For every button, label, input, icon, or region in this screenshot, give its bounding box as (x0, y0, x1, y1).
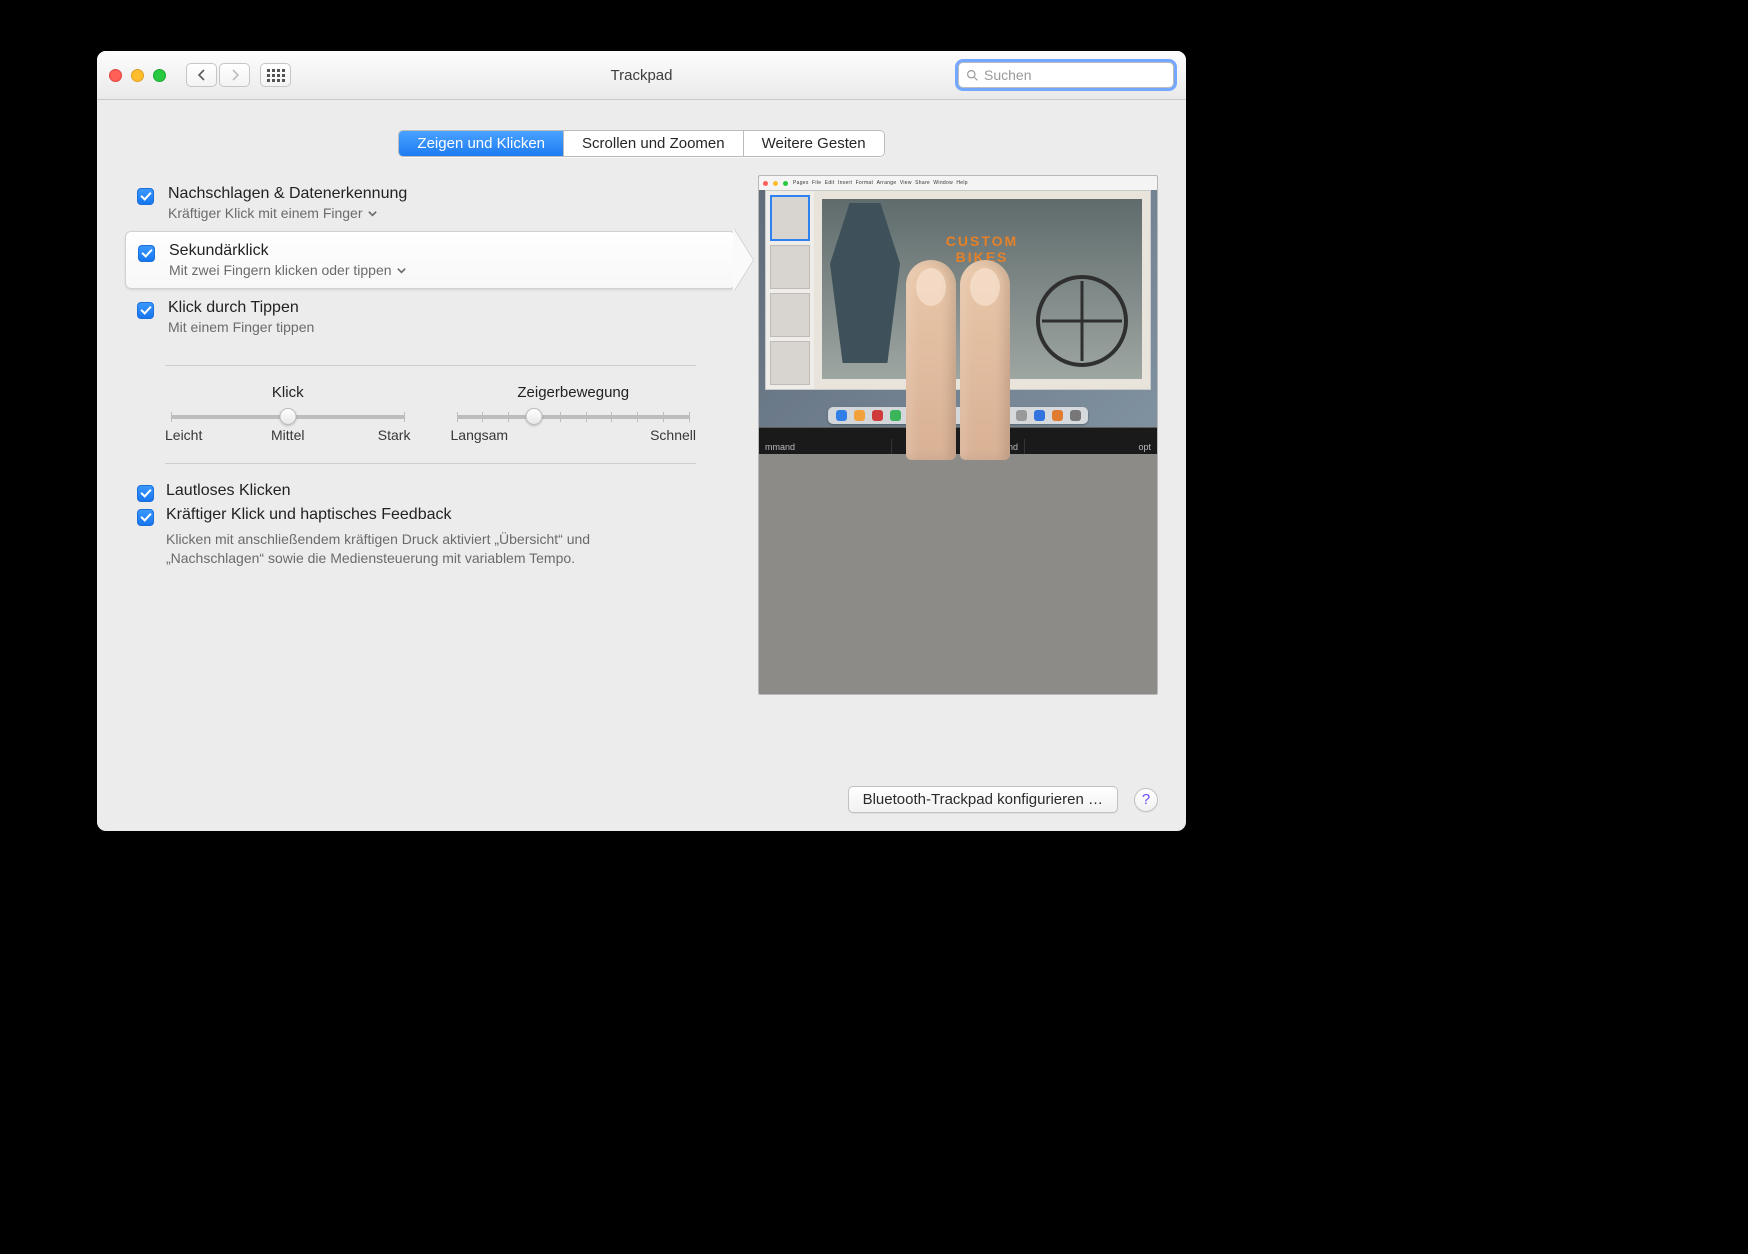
checkbox-silent-click[interactable] (137, 485, 154, 502)
label-force-click: Kräftiger Klick und haptisches Feedback (166, 506, 451, 524)
show-all-button[interactable] (260, 63, 291, 87)
divider (165, 365, 696, 366)
label-silent-click: Lautloses Klicken (166, 482, 291, 500)
slider-click-knob[interactable] (279, 408, 296, 425)
chevron-right-icon (230, 69, 240, 81)
grid-icon (267, 69, 285, 82)
slider-tracking[interactable] (457, 415, 691, 419)
slider-click-labels: Leicht Mittel Stark (165, 427, 411, 443)
option-tap-subtitle: Mit einem Finger tippen (168, 319, 314, 335)
slider-tracking-title: Zeigerbewegung (451, 384, 697, 401)
preferences-window: Trackpad Suchen Zeigen und Klicken Scrol… (97, 51, 1186, 831)
force-click-description: Klicken mit anschließendem kräftigen Dru… (166, 530, 646, 568)
option-tap-title: Klick durch Tippen (168, 299, 314, 317)
forward-button[interactable] (219, 63, 250, 87)
slider-tracking-block: Zeigerbewegung Langsam Schnell (451, 384, 697, 443)
tab-bar: Zeigen und Klicken Scrollen und Zoomen W… (398, 130, 884, 157)
search-input[interactable]: Suchen (958, 62, 1174, 88)
zoom-window-button[interactable] (153, 69, 166, 82)
finger-icon (906, 260, 956, 460)
option-secondary-subtitle-dropdown[interactable]: Mit zwei Fingern klicken oder tippen (169, 262, 407, 278)
chevron-down-icon (367, 208, 378, 219)
checkbox-tap-to-click[interactable] (137, 302, 154, 319)
search-placeholder: Suchen (984, 67, 1031, 83)
slider-click-title: Klick (165, 384, 411, 401)
gesture-preview: Pages File Edit Insert Format Arrange Vi… (758, 175, 1158, 695)
slider-tracking-labels: Langsam Schnell (451, 427, 697, 443)
slider-click[interactable] (171, 415, 405, 419)
option-tap-to-click[interactable]: Klick durch Tippen Mit einem Finger tipp… (125, 289, 736, 345)
divider (165, 463, 696, 464)
tab-more-gestures[interactable]: Weitere Gesten (744, 131, 884, 156)
configure-bluetooth-trackpad-button[interactable]: Bluetooth-Trackpad konfigurieren … (848, 786, 1118, 813)
preview-menubar: Pages File Edit Insert Format Arrange Vi… (759, 176, 1157, 190)
chevron-down-icon (396, 265, 407, 276)
option-secondary-click[interactable]: Sekundärklick Mit zwei Fingern klicken o… (125, 231, 736, 289)
tab-point-click[interactable]: Zeigen und Klicken (399, 131, 564, 156)
option-secondary-title: Sekundärklick (169, 242, 407, 260)
checkbox-force-click[interactable] (137, 509, 154, 526)
key-label: mmand (759, 439, 892, 454)
checkbox-secondary-click[interactable] (138, 245, 155, 262)
close-window-button[interactable] (109, 69, 122, 82)
minimize-window-button[interactable] (131, 69, 144, 82)
option-lookup[interactable]: Nachschlagen & Datenerkennung Kräftiger … (125, 175, 736, 231)
slider-tracking-knob[interactable] (525, 408, 542, 425)
option-lookup-subtitle-dropdown[interactable]: Kräftiger Klick mit einem Finger (168, 205, 407, 221)
help-button[interactable]: ? (1134, 788, 1158, 812)
key-label: opt (1025, 439, 1157, 454)
back-button[interactable] (186, 63, 217, 87)
nav-buttons (186, 63, 250, 87)
option-lookup-title: Nachschlagen & Datenerkennung (168, 185, 407, 203)
toolbar: Trackpad Suchen (97, 51, 1186, 100)
checkbox-lookup[interactable] (137, 188, 154, 205)
search-icon (966, 69, 979, 82)
finger-icon (960, 260, 1010, 460)
preview-fingers (906, 260, 1010, 460)
window-controls (109, 69, 166, 82)
slider-click-block: Klick Leicht Mittel Stark (165, 384, 411, 443)
chevron-left-icon (197, 69, 207, 81)
tab-scroll-zoom[interactable]: Scrollen und Zoomen (564, 131, 744, 156)
